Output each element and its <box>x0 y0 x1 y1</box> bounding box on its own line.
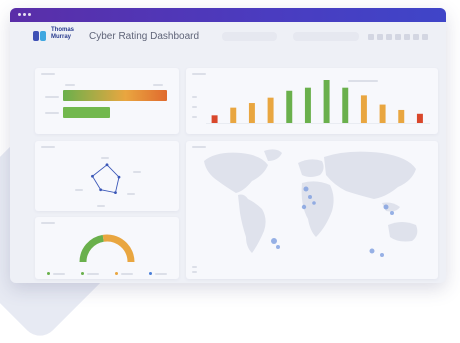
map-marker[interactable] <box>303 186 309 192</box>
legend-label <box>121 273 133 275</box>
trend-bar[interactable] <box>342 87 349 123</box>
title-bar <box>10 8 446 22</box>
dashboard-window: Thomas Murray Cyber Rating Dashboard <box>10 8 446 283</box>
legend-dot-icon <box>81 272 84 275</box>
window-dot-icon[interactable] <box>18 13 21 16</box>
rating-bar-secondary <box>63 107 110 118</box>
continents <box>204 149 418 253</box>
trend-bar[interactable] <box>230 107 237 123</box>
gauge-segment <box>102 234 135 263</box>
world-map <box>204 149 418 257</box>
trend-bar[interactable] <box>304 87 311 123</box>
trend-bar[interactable] <box>211 115 218 123</box>
trend-bar[interactable] <box>360 95 367 123</box>
map-marker[interactable] <box>312 201 316 205</box>
map-zoom-control[interactable] <box>192 266 197 268</box>
gauge-segment <box>79 234 105 263</box>
toolbar-button[interactable] <box>377 34 383 40</box>
date-range-field[interactable] <box>293 32 359 41</box>
map-marker[interactable] <box>271 238 277 244</box>
card-label <box>41 73 55 75</box>
rating-bars-card <box>35 68 179 134</box>
radar-point[interactable] <box>114 191 117 195</box>
legend-label <box>87 273 99 275</box>
toolbar-button[interactable] <box>422 34 428 40</box>
gauge-chart <box>79 234 135 263</box>
map-marker[interactable] <box>308 195 312 199</box>
row-label <box>45 96 59 98</box>
radar-card <box>35 141 179 211</box>
legend-dot-icon <box>47 272 50 275</box>
map-marker[interactable] <box>383 204 389 210</box>
trend-bar[interactable] <box>323 80 330 123</box>
legend-dot-icon <box>149 272 152 275</box>
map-marker[interactable] <box>390 211 394 215</box>
row-label <box>45 112 59 114</box>
gauge-card <box>35 217 179 279</box>
map-marker[interactable] <box>380 253 384 257</box>
trend-bar-chart <box>206 80 430 124</box>
radar-chart <box>91 163 121 195</box>
toolbar-button[interactable] <box>395 34 401 40</box>
filter-field[interactable] <box>222 32 277 41</box>
radar-point[interactable] <box>117 175 121 179</box>
gauge-legend <box>43 272 173 276</box>
map-marker[interactable] <box>301 204 307 210</box>
page-title: Cyber Rating Dashboard <box>89 31 200 42</box>
map-marker[interactable] <box>369 248 375 254</box>
radar-point[interactable] <box>105 163 109 167</box>
map-zoom-control[interactable] <box>192 271 197 273</box>
toolbar-button[interactable] <box>404 34 410 40</box>
axis-label <box>153 84 163 86</box>
map-marker[interactable] <box>276 245 280 249</box>
trend-bar[interactable] <box>286 90 293 123</box>
radar-point[interactable] <box>91 174 94 178</box>
brand-name: Thomas Murray <box>51 27 75 40</box>
axis-label <box>65 84 75 86</box>
window-dot-icon[interactable] <box>23 13 26 16</box>
trend-bar[interactable] <box>379 104 386 123</box>
trend-bar[interactable] <box>398 109 405 123</box>
toolbar-button[interactable] <box>413 34 419 40</box>
toolbar-button[interactable] <box>368 34 374 40</box>
trend-chart-card <box>186 68 438 134</box>
rating-bar-overall <box>63 90 167 101</box>
window-dot-icon[interactable] <box>28 13 31 16</box>
radar-polygon <box>91 164 120 194</box>
toolbar-button[interactable] <box>386 34 392 40</box>
trend-bar[interactable] <box>248 103 255 123</box>
thomas-murray-logo-icon <box>33 31 46 41</box>
trend-bar[interactable] <box>267 97 274 123</box>
world-map-card <box>186 141 438 279</box>
legend-label <box>155 273 167 275</box>
trend-bar[interactable] <box>416 113 423 123</box>
radar-point[interactable] <box>99 188 103 192</box>
legend-label <box>53 273 65 275</box>
legend-dot-icon <box>115 272 118 275</box>
